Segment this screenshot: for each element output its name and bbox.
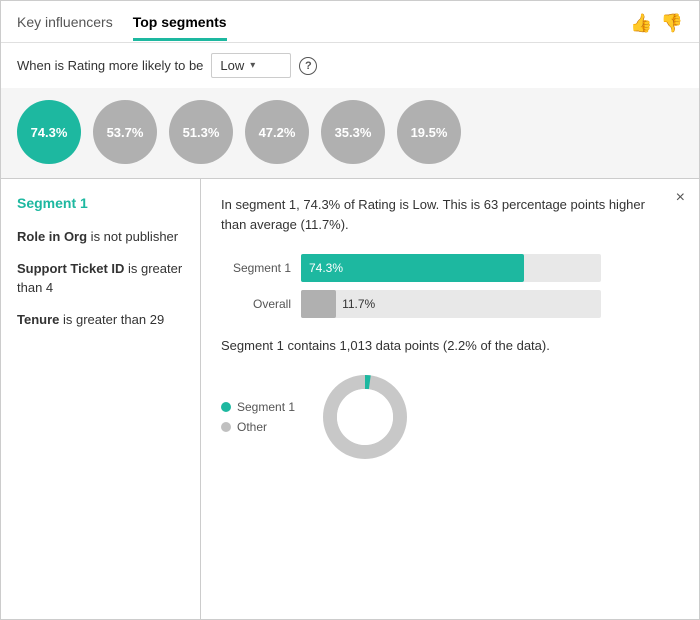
condition-desc-0: is not publisher <box>87 229 178 244</box>
legend-dot-other <box>221 422 231 432</box>
tab-key-influencers[interactable]: Key influencers <box>17 14 113 41</box>
bar-segment-label: Segment 1 <box>221 261 291 275</box>
segment-circle-1[interactable]: 53.7% <box>93 100 157 164</box>
help-icon[interactable]: ? <box>299 57 317 75</box>
condition-key-0: Role in Org <box>17 229 87 244</box>
donut-chart <box>315 367 415 467</box>
bar-overall-value: 11.7% <box>342 297 375 311</box>
right-panel: × In segment 1, 74.3% of Rating is Low. … <box>201 179 699 619</box>
segment-circle-2[interactable]: 51.3% <box>169 100 233 164</box>
bar-row-segment: Segment 1 74.3% <box>221 254 679 282</box>
condition-desc-2: is greater than 29 <box>59 312 164 327</box>
chevron-down-icon: ▾ <box>250 60 255 71</box>
bar-segment-value: 74.3% <box>301 261 343 275</box>
condition-key-2: Tenure <box>17 312 59 327</box>
condition-0: Role in Org is not publisher <box>17 227 184 247</box>
circles-row: 74.3% 53.7% 51.3% 47.2% 35.3% 19.5% <box>1 88 699 178</box>
bar-fill-overall <box>301 290 336 318</box>
datapoints-text: Segment 1 contains 1,013 data points (2.… <box>221 338 679 353</box>
condition-2: Tenure is greater than 29 <box>17 310 184 330</box>
condition-1: Support Ticket ID is greater than 4 <box>17 259 184 298</box>
header-icons: 👍 👎 <box>630 13 683 42</box>
filter-prefix: When is Rating more likely to be <box>17 58 203 73</box>
bar-row-overall: Overall 11.7% <box>221 290 679 318</box>
legend-item-other: Other <box>221 420 295 434</box>
segment-circle-4[interactable]: 35.3% <box>321 100 385 164</box>
legend-item-segment: Segment 1 <box>221 400 295 414</box>
dropdown-value: Low <box>220 58 244 73</box>
segment-circle-5[interactable]: 19.5% <box>397 100 461 164</box>
bar-chart: Segment 1 74.3% Overall 11.7% <box>221 254 679 318</box>
description-text: In segment 1, 74.3% of Rating is Low. Th… <box>221 195 651 234</box>
rating-dropdown[interactable]: Low ▾ <box>211 53 291 78</box>
segment-circle-0[interactable]: 74.3% <box>17 100 81 164</box>
main-content: Segment 1 Role in Org is not publisher S… <box>1 178 699 619</box>
header: Key influencers Top segments 👍 👎 <box>1 1 699 43</box>
donut-legend: Segment 1 Other <box>221 400 295 434</box>
close-button[interactable]: × <box>676 189 685 207</box>
thumbdown-icon[interactable]: 👎 <box>661 13 683 34</box>
condition-key-1: Support Ticket ID <box>17 261 124 276</box>
bar-track-overall: 11.7% <box>301 290 601 318</box>
segment-circle-3[interactable]: 47.2% <box>245 100 309 164</box>
legend-label-other: Other <box>237 420 267 434</box>
bar-overall-label: Overall <box>221 297 291 311</box>
tab-top-segments[interactable]: Top segments <box>133 14 227 41</box>
bar-track-segment: 74.3% <box>301 254 601 282</box>
left-panel: Segment 1 Role in Org is not publisher S… <box>1 179 201 619</box>
legend-dot-segment <box>221 402 231 412</box>
filter-row: When is Rating more likely to be Low ▾ ? <box>1 43 699 88</box>
donut-section: Segment 1 Other <box>221 367 679 467</box>
segment-title: Segment 1 <box>17 195 184 211</box>
tabs: Key influencers Top segments <box>17 14 227 41</box>
legend-label-segment: Segment 1 <box>237 400 295 414</box>
thumbup-icon[interactable]: 👍 <box>630 13 652 34</box>
bar-fill-segment: 74.3% <box>301 254 524 282</box>
main-container: Key influencers Top segments 👍 👎 When is… <box>0 0 700 620</box>
